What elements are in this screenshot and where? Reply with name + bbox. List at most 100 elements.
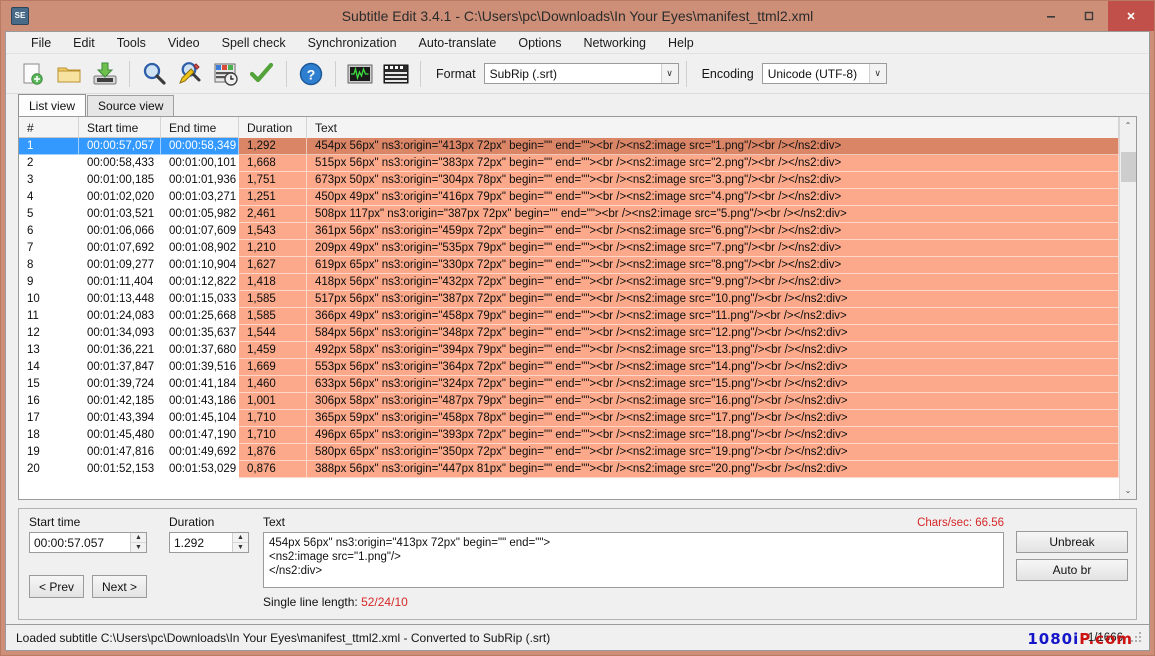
format-dropdown[interactable]: SubRip (.srt) ∨	[483, 63, 679, 84]
table-row[interactable]: 9 00:01:11,404 00:01:12,822 1,418 418px 56px…	[19, 274, 1119, 291]
table-row[interactable]: 10 00:01:13,448 00:01:15,033 1,585 517px 56p…	[19, 291, 1119, 308]
cell-text: 365px 59px" ns3:origin="458px 78px" begi…	[307, 410, 1119, 427]
cell-duration: 1,210	[239, 240, 307, 257]
duration-spin-up[interactable]: ▲	[233, 533, 248, 543]
table-row[interactable]: 18 00:01:45,480 00:01:47,190 1,710 496px 65p…	[19, 427, 1119, 444]
scroll-down-icon[interactable]: ⌄	[1120, 482, 1137, 499]
resize-grip-icon[interactable]	[1131, 631, 1143, 644]
cell-start-time: 00:01:52,153	[79, 461, 161, 478]
menu-file[interactable]: File	[20, 33, 62, 53]
table-row[interactable]: 5 00:01:03,521 00:01:05,982 2,461 508px 117p…	[19, 206, 1119, 223]
table-row[interactable]: 19 00:01:47,816 00:01:49,692 1,876 580px 65p…	[19, 444, 1119, 461]
column-header-start[interactable]: Start time	[79, 117, 161, 138]
cell-start-time: 00:01:02,020	[79, 189, 161, 206]
cell-number: 17	[19, 410, 79, 427]
cell-end-time: 00:00:58,349	[161, 138, 239, 155]
maximize-button[interactable]	[1070, 1, 1108, 31]
column-header-number[interactable]: #	[19, 117, 79, 138]
scrollbar-track[interactable]	[1120, 134, 1137, 482]
table-row[interactable]: 1 00:00:57,057 00:00:58,349 1,292 454px 56px…	[19, 138, 1119, 155]
menu-spell-check[interactable]: Spell check	[211, 33, 297, 53]
sync-time-icon[interactable]	[209, 57, 243, 91]
table-row[interactable]: 2 00:00:58,433 00:01:00,101 1,668 515px 56px…	[19, 155, 1119, 172]
encoding-value: Unicode (UTF-8)	[767, 66, 858, 81]
status-message: Loaded subtitle C:\Users\pc\Downloads\In…	[16, 630, 551, 645]
table-row[interactable]: 14 00:01:37,847 00:01:39,516 1,669 553px 56p…	[19, 359, 1119, 376]
waveform-icon[interactable]	[343, 57, 377, 91]
help-icon[interactable]: ?	[294, 57, 328, 91]
menu-tools[interactable]: Tools	[106, 33, 157, 53]
table-row[interactable]: 13 00:01:36,221 00:01:37,680 1,459 492px 58p…	[19, 342, 1119, 359]
start-time-spin-up[interactable]: ▲	[131, 533, 146, 543]
duration-input[interactable]	[170, 533, 232, 552]
cell-duration: 1,418	[239, 274, 307, 291]
scrollbar-thumb[interactable]	[1120, 152, 1136, 182]
menu-networking[interactable]: Networking	[572, 33, 657, 53]
table-row[interactable]: 3 00:01:00,185 00:01:01,936 1,751 673px 50px…	[19, 172, 1119, 189]
table-row[interactable]: 12 00:01:34,093 00:01:35,637 1,544 584px 56p…	[19, 325, 1119, 342]
text-label: Text	[263, 515, 286, 529]
cell-number: 1	[19, 138, 79, 155]
cell-duration: 1,292	[239, 138, 307, 155]
table-row[interactable]: 4 00:01:02,020 00:01:03,271 1,251 450px 49px…	[19, 189, 1119, 206]
table-row[interactable]: 20 00:01:52,153 00:01:53,029 0,876 388px 56p…	[19, 461, 1119, 478]
column-header-text[interactable]: Text	[307, 117, 1119, 138]
new-subtitle-icon[interactable]	[16, 57, 50, 91]
menu-synchronization[interactable]: Synchronization	[297, 33, 408, 53]
next-button[interactable]: Next >	[92, 575, 147, 598]
start-time-stepper[interactable]: ▲ ▼	[29, 532, 147, 553]
spell-check-icon[interactable]	[245, 57, 279, 91]
table-row[interactable]: 6 00:01:06,066 00:01:07,609 1,543 361px 56px…	[19, 223, 1119, 240]
start-time-input[interactable]	[30, 533, 130, 552]
open-folder-icon[interactable]	[52, 57, 86, 91]
start-time-spin-down[interactable]: ▼	[131, 542, 146, 552]
duration-spin-buttons[interactable]: ▲ ▼	[232, 533, 248, 552]
table-row[interactable]: 8 00:01:09,277 00:01:10,904 1,627 619px 65px…	[19, 257, 1119, 274]
cell-end-time: 00:01:15,033	[161, 291, 239, 308]
menu-help[interactable]: Help	[657, 33, 705, 53]
close-button[interactable]	[1108, 1, 1154, 31]
menu-edit[interactable]: Edit	[62, 33, 106, 53]
cell-start-time: 00:01:24,083	[79, 308, 161, 325]
tab-source-view[interactable]: Source view	[87, 95, 175, 116]
cell-end-time: 00:01:00,101	[161, 155, 239, 172]
unbreak-button[interactable]: Unbreak	[1016, 531, 1128, 553]
minimize-button[interactable]	[1032, 1, 1070, 31]
watermark-part1: 1080i	[1027, 630, 1080, 648]
video-icon[interactable]	[379, 57, 413, 91]
client-area: File Edit Tools Video Spell check Synchr…	[5, 31, 1150, 625]
table-row[interactable]: 16 00:01:42,185 00:01:43,186 1,001 306px 58p…	[19, 393, 1119, 410]
cell-start-time: 00:01:42,185	[79, 393, 161, 410]
menu-video[interactable]: Video	[157, 33, 211, 53]
cell-end-time: 00:01:07,609	[161, 223, 239, 240]
single-line-length: Single line length: 52/24/10	[263, 595, 1004, 609]
menu-options[interactable]: Options	[507, 33, 572, 53]
list-body: 1 00:00:57,057 00:00:58,349 1,292 454px 56px…	[19, 138, 1119, 499]
column-header-duration[interactable]: Duration	[239, 117, 307, 138]
start-time-spin-buttons[interactable]: ▲ ▼	[130, 533, 146, 552]
list-scrollbar[interactable]: ⌃ ⌄	[1119, 117, 1136, 499]
table-row[interactable]: 7 00:01:07,692 00:01:08,902 1,210 209px 49px…	[19, 240, 1119, 257]
duration-stepper[interactable]: ▲ ▼	[169, 532, 249, 553]
table-row[interactable]: 15 00:01:39,724 00:01:41,184 1,460 633px 56p…	[19, 376, 1119, 393]
encoding-dropdown[interactable]: Unicode (UTF-8) ∨	[761, 63, 887, 84]
replace-icon[interactable]	[173, 57, 207, 91]
save-icon[interactable]	[88, 57, 122, 91]
table-row[interactable]: 17 00:01:43,394 00:01:45,104 1,710 365px 59p…	[19, 410, 1119, 427]
menu-auto-translate[interactable]: Auto-translate	[408, 33, 508, 53]
cell-number: 12	[19, 325, 79, 342]
cell-start-time: 00:01:34,093	[79, 325, 161, 342]
table-row[interactable]: 11 00:01:24,083 00:01:25,668 1,585 366px 49p…	[19, 308, 1119, 325]
cell-start-time: 00:01:07,692	[79, 240, 161, 257]
tab-list-view[interactable]: List view	[18, 94, 87, 116]
subtitle-text-input[interactable]: 454px 56px" ns3:origin="413px 72px" begi…	[263, 532, 1004, 588]
prev-button[interactable]: < Prev	[29, 575, 84, 598]
duration-spin-down[interactable]: ▼	[233, 542, 248, 552]
auto-br-button[interactable]: Auto br	[1016, 559, 1128, 581]
toolbar: ? Format SubRip (.srt) ∨ Encoding Unicod…	[6, 54, 1149, 94]
column-header-end[interactable]: End time	[161, 117, 239, 138]
navigation-buttons: < Prev Next >	[29, 575, 147, 598]
cell-number: 7	[19, 240, 79, 257]
find-icon[interactable]	[137, 57, 171, 91]
scroll-up-icon[interactable]: ⌃	[1120, 117, 1137, 134]
